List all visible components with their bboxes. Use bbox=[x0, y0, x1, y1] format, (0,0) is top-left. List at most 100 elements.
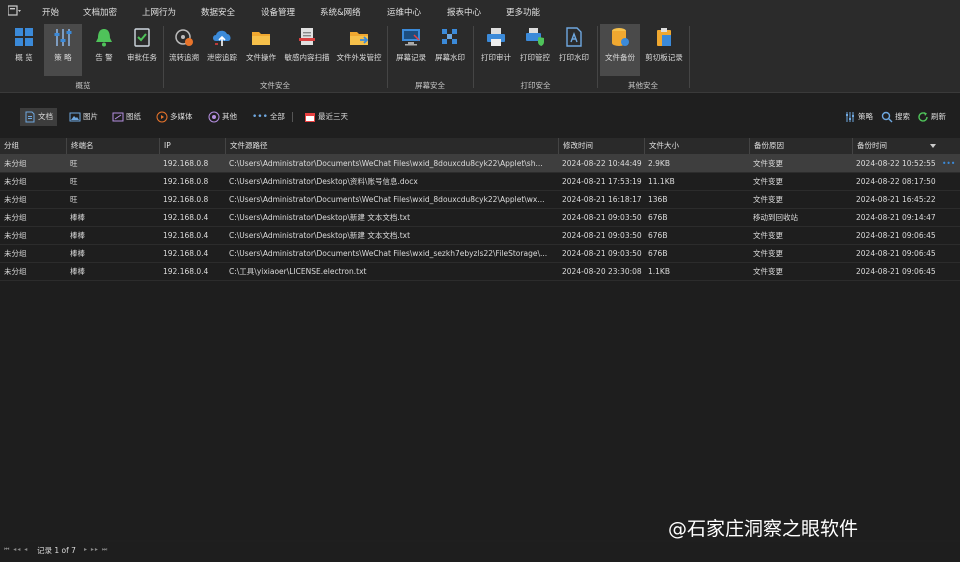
approval-task-button[interactable]: 审批任务 bbox=[124, 24, 160, 76]
table-row[interactable]: 未分组 旺 192.168.0.8 C:\Users\Administrator\Do… bbox=[0, 155, 960, 173]
clipboard-record-label: 剪切板记录 bbox=[645, 53, 683, 62]
checklist-icon bbox=[134, 28, 150, 47]
menu-data-security[interactable]: 数据安全 bbox=[201, 0, 236, 23]
file-operation-label: 文件操作 bbox=[246, 53, 276, 62]
filter-drawing-button[interactable]: 图纸 bbox=[108, 108, 145, 126]
filter-all-label: 全部 bbox=[269, 112, 285, 121]
cell-file-size: 2.9KB bbox=[648, 159, 670, 168]
menu-ops-center[interactable]: 运维中心 bbox=[387, 0, 421, 22]
column-header-group[interactable]: 分组 bbox=[0, 138, 66, 154]
watermark-text: @石家庄洞察之眼软件 bbox=[668, 518, 859, 540]
cell-terminal: 旺 bbox=[70, 159, 78, 168]
cell-file-size: 676B bbox=[648, 231, 668, 240]
strategy-filter-button[interactable]: 策略 bbox=[840, 108, 877, 126]
menu-more-features[interactable]: 更多功能 bbox=[506, 0, 540, 22]
filter-document-button[interactable]: 文档 bbox=[20, 108, 57, 126]
screen-record-button[interactable]: 屏幕记录 bbox=[392, 24, 430, 76]
filter-image-label: 图片 bbox=[83, 112, 98, 121]
cell-source-path: C:\Users\Administrator\Desktop\新建 文本文档.t… bbox=[229, 213, 411, 222]
filter-media-button[interactable]: 多媒体 bbox=[152, 108, 197, 126]
cell-modified-time: 2024-08-20 23:30:08 bbox=[562, 267, 642, 276]
cell-terminal: 旺 bbox=[70, 195, 78, 204]
column-header-source-path[interactable]: 文件源路径 bbox=[225, 138, 558, 154]
row-more-icon[interactable]: ••• bbox=[942, 155, 958, 172]
cell-terminal: 旺 bbox=[70, 177, 78, 186]
menu-bar: 开始 文档加密 上网行为 数据安全 设备管理 系统&网络 运维中心 报表中心 更… bbox=[0, 0, 960, 23]
monitor-icon bbox=[402, 29, 420, 46]
cell-backup-reason: 文件变更 bbox=[753, 159, 783, 168]
table-row[interactable]: 未分组 棒棒 192.168.0.4 C:\Users\Administrator\D… bbox=[0, 227, 960, 245]
flow-trace-label: 流转追溯 bbox=[169, 53, 199, 62]
other-icon bbox=[208, 111, 220, 123]
file-operation-button[interactable]: 文件操作 bbox=[243, 24, 279, 76]
search-button[interactable]: 搜索 bbox=[877, 108, 914, 126]
column-header-backup-time[interactable]: 备份时间 bbox=[852, 138, 940, 154]
menu-system-network[interactable]: 系统&网络 bbox=[320, 0, 361, 22]
search-label: 搜索 bbox=[895, 112, 910, 121]
cell-backup-time: 2024-08-22 08:17:50 bbox=[856, 177, 936, 186]
cell-ip: 192.168.0.8 bbox=[163, 195, 209, 204]
strategy-button[interactable]: 策 略 bbox=[44, 24, 82, 76]
menu-doc-encryption[interactable]: 文档加密 bbox=[83, 0, 117, 22]
flow-trace-button[interactable]: 流转追溯 bbox=[166, 24, 202, 76]
overview-label: 概 览 bbox=[15, 53, 33, 62]
print-audit-button[interactable]: 打印审计 bbox=[478, 24, 514, 76]
cell-source-path: C:\Users\Administrator\Documents\WeChat … bbox=[229, 159, 543, 168]
cell-ip: 192.168.0.4 bbox=[163, 249, 209, 258]
menu-start[interactable]: 开始 bbox=[42, 0, 59, 22]
date-range-label: 最近三天 bbox=[318, 112, 348, 121]
app-menu-icon[interactable] bbox=[7, 5, 22, 17]
file-outbound-control-button[interactable]: 文件外发管控 bbox=[334, 24, 384, 76]
image-icon bbox=[69, 112, 81, 122]
print-control-label: 打印管控 bbox=[520, 53, 550, 62]
grid-icon bbox=[15, 28, 33, 46]
toolbar-divider bbox=[292, 112, 293, 122]
column-header-backup-reason[interactable]: 备份原因 bbox=[749, 138, 852, 154]
column-header-terminal[interactable]: 终端名 bbox=[66, 138, 159, 154]
table-row[interactable]: 未分组 棒棒 192.168.0.4 C:\工具\yixiaoer\LICENSE.e… bbox=[0, 263, 960, 281]
strategy-label: 策 略 bbox=[54, 53, 72, 62]
cell-group: 未分组 bbox=[4, 213, 27, 222]
ribbon: 概 览 策 略 告 警 审批任务 概览 流转追溯 泄密追踪 文件操作 敏感内容扫… bbox=[0, 22, 960, 93]
menu-web-behavior[interactable]: 上网行为 bbox=[142, 0, 176, 22]
cell-file-size: 676B bbox=[648, 249, 668, 258]
column-header-ip[interactable]: IP bbox=[159, 138, 225, 154]
filter-image-button[interactable]: 图片 bbox=[65, 108, 102, 126]
table-row[interactable]: 未分组 棒棒 192.168.0.4 C:\Users\Administrator\D… bbox=[0, 209, 960, 227]
filter-all-button[interactable]: ••• 全部 bbox=[248, 108, 289, 126]
alert-button[interactable]: 告 警 bbox=[86, 24, 122, 76]
cell-backup-reason: 移动到回收站 bbox=[753, 213, 798, 222]
file-backup-button[interactable]: 文件备份 bbox=[600, 24, 640, 76]
refresh-button[interactable]: 刷新 bbox=[913, 108, 950, 126]
print-watermark-button[interactable]: 打印水印 bbox=[555, 24, 593, 76]
clipboard-record-button[interactable]: 剪切板记录 bbox=[642, 24, 686, 76]
table-row[interactable]: 未分组 旺 192.168.0.8 C:\Users\Administrator\Do… bbox=[0, 191, 960, 209]
sort-desc-icon[interactable] bbox=[930, 144, 936, 148]
filter-other-button[interactable]: 其他 bbox=[204, 108, 241, 126]
cell-backup-time: 2024-08-21 09:06:45 bbox=[856, 231, 936, 240]
refresh-label: 刷新 bbox=[931, 112, 946, 121]
menu-device-management[interactable]: 设备管理 bbox=[261, 0, 295, 22]
overview-button[interactable]: 概 览 bbox=[6, 24, 42, 76]
pager-next-last-icon[interactable]: ▸ ▸▸ ⏭ bbox=[84, 546, 108, 554]
table-row[interactable]: 未分组 旺 192.168.0.8 C:\Users\Administrator\De… bbox=[0, 173, 960, 191]
column-header-modified-time[interactable]: 修改时间 bbox=[558, 138, 644, 154]
cell-file-size: 1.1KB bbox=[648, 267, 670, 276]
cell-modified-time: 2024-08-21 17:53:19 bbox=[562, 177, 642, 186]
sensitive-scan-button[interactable]: 敏感内容扫描 bbox=[281, 24, 333, 76]
table-row[interactable]: 未分组 棒棒 192.168.0.4 C:\Users\Administrator\D… bbox=[0, 245, 960, 263]
cell-modified-time: 2024-08-21 09:03:50 bbox=[562, 231, 642, 240]
leak-trace-button[interactable]: 泄密追踪 bbox=[204, 24, 240, 76]
group-divider bbox=[689, 26, 690, 88]
mosaic-icon bbox=[442, 29, 457, 44]
file-backup-label: 文件备份 bbox=[605, 53, 635, 62]
pager-first-prev-icon[interactable]: ⏮ ◂◂ ◂ bbox=[4, 546, 28, 554]
print-control-button[interactable]: 打印管控 bbox=[517, 24, 553, 76]
date-range-button[interactable]: 最近三天 bbox=[300, 108, 352, 126]
column-header-file-size[interactable]: 文件大小 bbox=[644, 138, 749, 154]
printer-shield-icon bbox=[526, 28, 544, 46]
refresh-icon bbox=[918, 112, 928, 122]
menu-report-center[interactable]: 报表中心 bbox=[447, 0, 481, 22]
cell-group: 未分组 bbox=[4, 267, 27, 276]
screen-watermark-button[interactable]: 屏幕水印 bbox=[432, 24, 468, 76]
